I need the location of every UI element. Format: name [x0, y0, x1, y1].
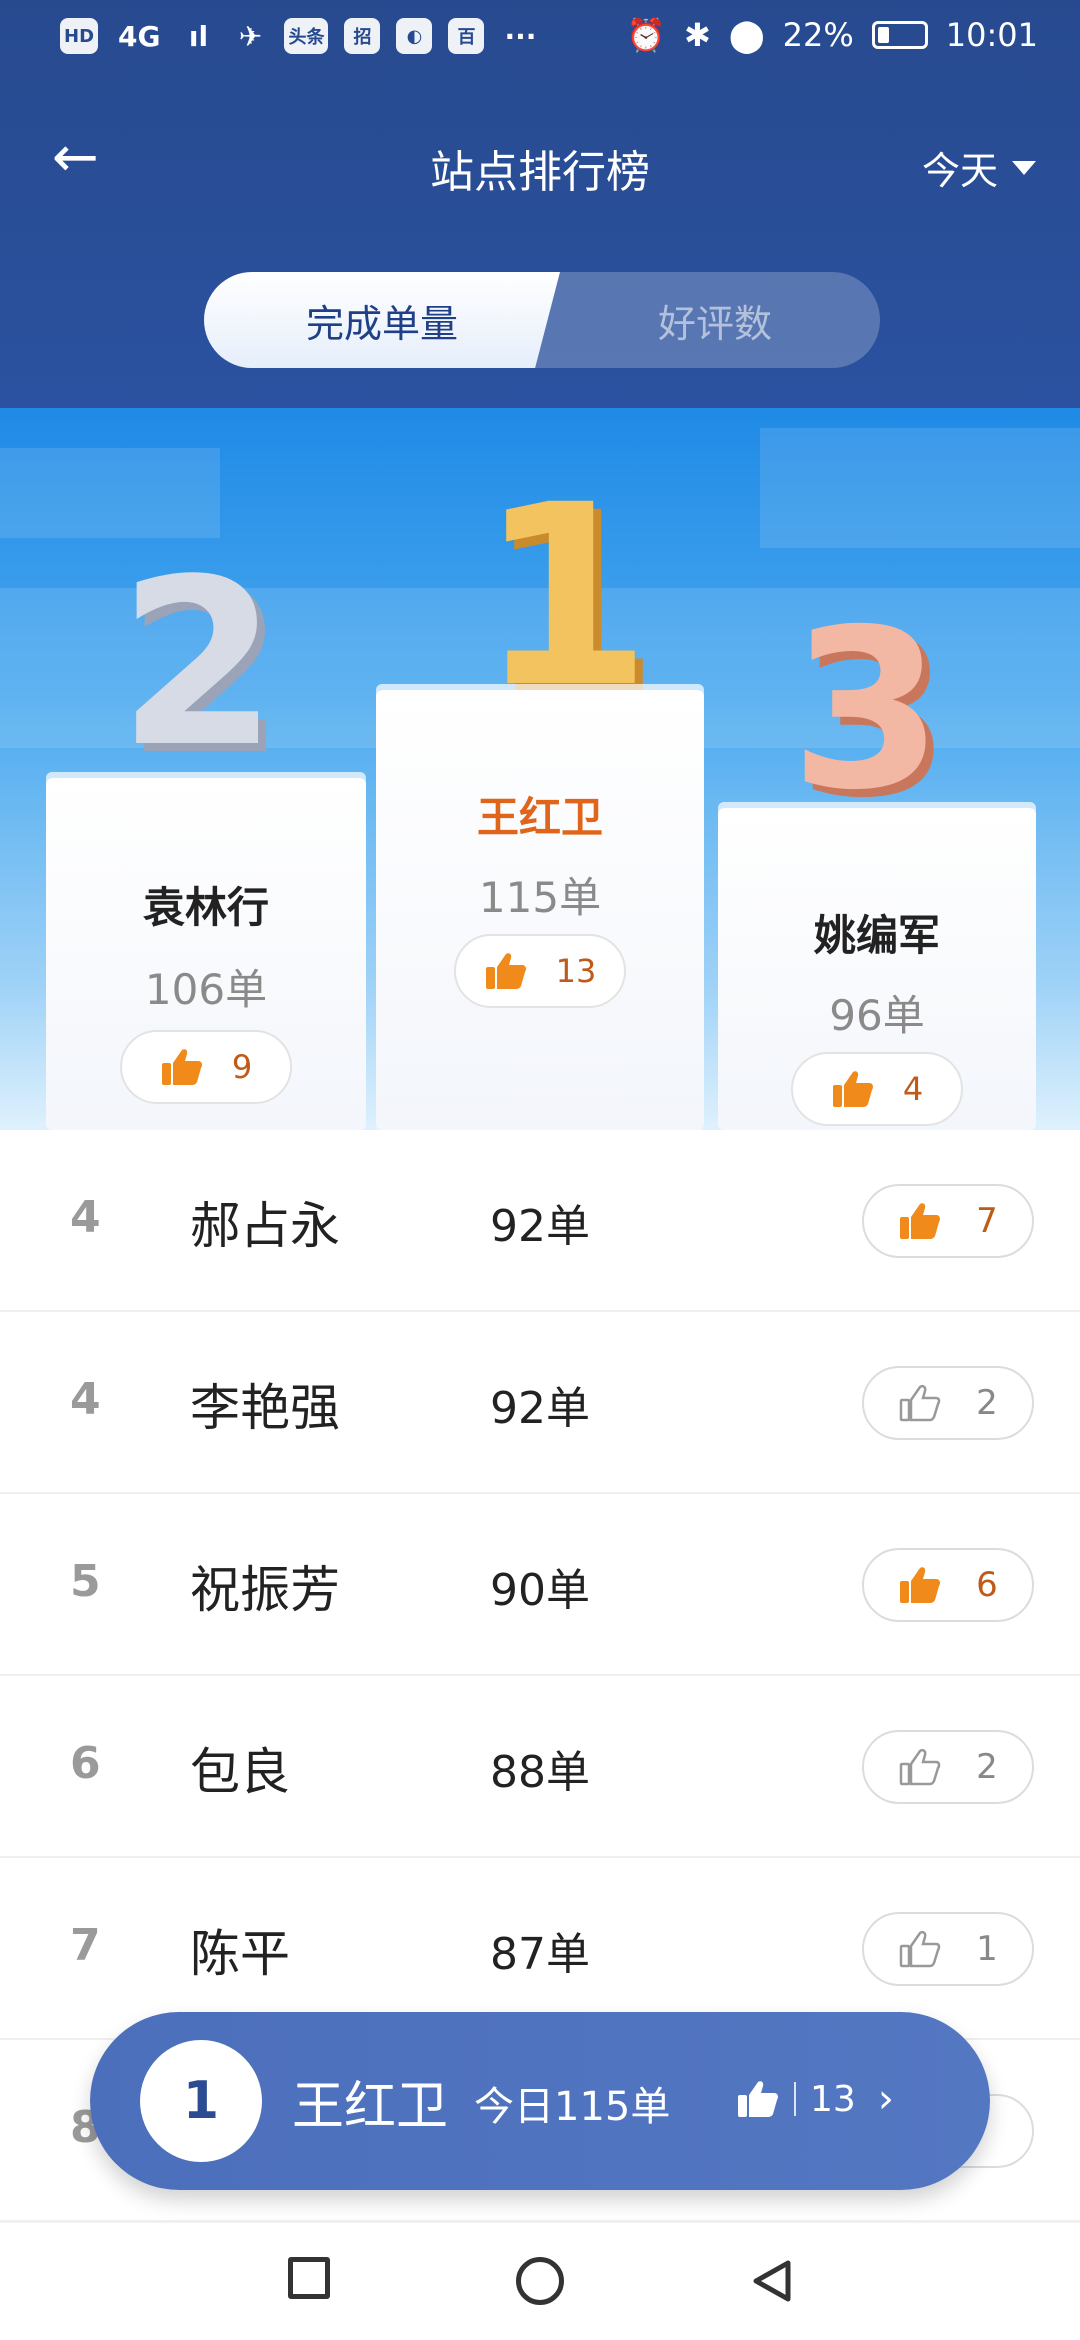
courier-name: 郝占永 [190, 1197, 340, 1255]
tab-good-reviews[interactable]: 好评数 [520, 272, 880, 368]
bluetooth-icon: ✱ [684, 16, 711, 54]
battery-icon [871, 21, 928, 49]
list-item[interactable]: 4 郝占永 92单 7 [0, 1130, 1080, 1312]
podium-third[interactable]: 姚编军 96单 4 [718, 808, 1036, 1130]
page-title: 站点排行榜 [430, 147, 650, 198]
likes-count: 2 [976, 1747, 998, 1787]
thumbs-up-filled-icon [898, 1565, 942, 1605]
podium-first[interactable]: 王红卫 115单 13 [376, 690, 704, 1130]
third-place-name: 姚编军 [813, 911, 940, 960]
thumbs-up-outline-icon [898, 1747, 942, 1787]
rank-number: 4 [70, 1374, 101, 1425]
tab-completed-orders[interactable]: 完成单量 [204, 272, 560, 368]
order-count: 92单 [490, 1383, 590, 1434]
status-bar: HD 4G ıl ✈ 头条 招 ◐ 百 ··· ⏰ ✱ ⬤ 22% 10:01 [0, 0, 1080, 80]
send-icon: ✈ [238, 19, 263, 53]
likes-count: 6 [976, 1565, 998, 1605]
list-item[interactable]: 6 包良 88单 2 [0, 1676, 1080, 1858]
rank-number: 4 [70, 1192, 101, 1243]
app-icon: ◐ [396, 18, 433, 54]
date-filter-label: 今天 [921, 149, 998, 193]
first-place-numeral: 1 [478, 451, 652, 742]
first-place-likes-count: 13 [555, 952, 597, 990]
first-place-likes: 13 [454, 934, 626, 1008]
my-rank-number: 1 [140, 2040, 262, 2162]
thumbs-up-filled-icon [160, 1047, 204, 1087]
rank-number: 5 [70, 1556, 101, 1607]
location-icon: ⬤ [728, 16, 765, 54]
order-count: 90单 [490, 1565, 590, 1616]
clock: 10:01 [945, 16, 1038, 54]
my-name: 王红卫 [292, 2077, 449, 2137]
my-likes-count: 13 [810, 2078, 856, 2120]
divider [794, 2082, 796, 2116]
signal-icon: ıl [188, 19, 209, 53]
hd-icon: HD [60, 18, 99, 54]
system-nav-bar [0, 2222, 1080, 2340]
rank-number: 7 [70, 1920, 101, 1971]
thumbs-up-filled-icon [831, 1069, 875, 1109]
list-item[interactable]: 5 祝振芳 90单 6 [0, 1494, 1080, 1676]
header: HD 4G ıl ✈ 头条 招 ◐ 百 ··· ⏰ ✱ ⬤ 22% 10:01 … [0, 0, 1080, 408]
likes-badge: 2 [862, 1730, 1034, 1804]
caret-down-icon [1012, 160, 1036, 175]
third-place-likes-count: 4 [902, 1070, 924, 1108]
third-place-count: 96单 [829, 991, 925, 1040]
order-count: 87单 [490, 1929, 590, 1980]
second-place-count: 106单 [144, 965, 268, 1014]
podium-second[interactable]: 袁林行 106单 9 [46, 778, 366, 1130]
first-place-name: 王红卫 [476, 793, 603, 842]
likes-badge: 6 [862, 1548, 1034, 1622]
more-notifications-icon: ··· [504, 19, 537, 53]
third-place-numeral: 3 [790, 582, 944, 838]
status-left-icons: HD 4G ıl ✈ 头条 招 ◐ 百 ··· [60, 18, 540, 54]
likes-badge: 1 [862, 1912, 1034, 1986]
thumbs-up-outline-icon [898, 1929, 942, 1969]
back-button[interactable] [748, 2257, 796, 2305]
likes-count: 1 [976, 1929, 998, 1969]
my-today-count: 今日115单 [474, 2084, 671, 2130]
top-bar: ← 站点排行榜 今天 [0, 110, 1080, 210]
background-decor [0, 448, 220, 538]
ranking-type-tabs: 好评数 完成单量 [204, 272, 880, 368]
recent-apps-button[interactable] [288, 2257, 330, 2299]
likes-badge: 2 [862, 1366, 1034, 1440]
order-count: 88单 [490, 1747, 590, 1798]
toutiao-icon: 头条 [284, 18, 329, 54]
second-place-likes: 9 [120, 1030, 292, 1104]
status-right-icons: ⏰ ✱ ⬤ 22% 10:01 [626, 16, 1038, 54]
alarm-icon: ⏰ [626, 16, 667, 54]
chevron-right-icon: › [877, 2076, 894, 2122]
courier-name: 包良 [190, 1743, 290, 1801]
second-place-numeral: 2 [118, 531, 279, 798]
order-count: 92单 [490, 1201, 590, 1252]
thumbs-up-filled-icon [898, 1201, 942, 1241]
courier-name: 陈平 [190, 1925, 290, 1983]
third-place-likes: 4 [791, 1052, 963, 1126]
date-filter-dropdown[interactable]: 今天 [922, 140, 1036, 195]
rank-number: 6 [70, 1738, 101, 1789]
courier-name: 李艳强 [190, 1379, 340, 1437]
list-item[interactable]: 4 李艳强 92单 2 [0, 1312, 1080, 1494]
triangle-back-icon [753, 2260, 791, 2302]
thumbs-up-filled-icon [484, 951, 528, 991]
second-place-name: 袁林行 [142, 883, 269, 932]
podium: 2 1 3 袁林行 106单 9 王红卫 115单 13 姚编军 96单 4 [0, 408, 1080, 1130]
battery-percent: 22% [782, 16, 854, 54]
thumbs-up-white-icon [736, 2079, 780, 2119]
likes-count: 2 [976, 1383, 998, 1423]
courier-name: 祝振芳 [190, 1561, 340, 1619]
my-rank-bar[interactable]: 1 王红卫 今日115单 13 › [90, 2012, 990, 2190]
likes-count: 7 [976, 1201, 998, 1241]
baidu-icon: 百 [448, 18, 485, 54]
network-4g-icon: 4G [118, 19, 161, 53]
second-place-likes-count: 9 [231, 1048, 253, 1086]
first-place-count: 115单 [478, 873, 602, 922]
thumbs-up-outline-icon [898, 1383, 942, 1423]
likes-badge: 7 [862, 1184, 1034, 1258]
my-likes: 13 › [736, 2076, 894, 2122]
background-decor [760, 428, 1080, 548]
home-button[interactable] [516, 2257, 564, 2305]
bank-icon: 招 [344, 18, 381, 54]
